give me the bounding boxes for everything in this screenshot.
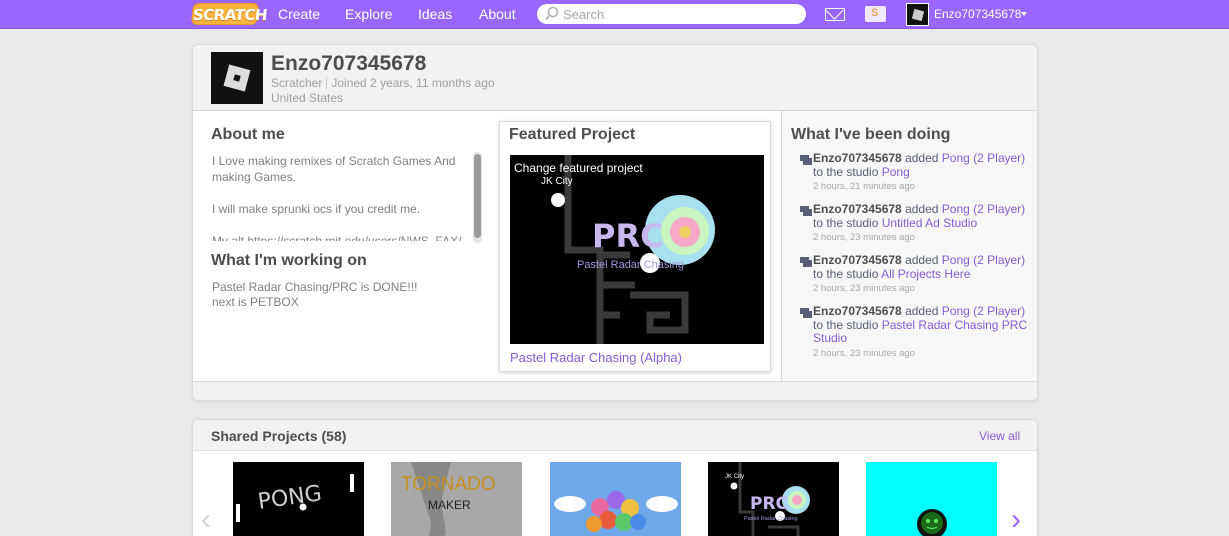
activity-feed: What I've been doing Enzo707345678 added… xyxy=(781,111,1037,381)
activity-item: Enzo707345678 added Pong (2 Player) to t… xyxy=(791,253,1031,296)
thumbnail-art xyxy=(554,491,678,532)
working-on-title: What I'm working on xyxy=(211,252,367,269)
user-avatar[interactable] xyxy=(906,3,929,26)
profile-role: Scratcher xyxy=(271,76,323,90)
activity-mid: to the studio xyxy=(813,164,879,179)
profile-footer xyxy=(193,381,1037,400)
activity-mid: to the studio xyxy=(813,215,879,230)
chevron-left-icon[interactable]: ‹ xyxy=(201,505,211,535)
about-scrollbar[interactable] xyxy=(473,152,482,243)
activity-mid: to the studio xyxy=(813,266,879,281)
top-navigation-bar: SCRATCH Create Explore Ideas About Enzo7… xyxy=(0,0,1229,29)
activity-user[interactable]: Enzo707345678 xyxy=(813,253,902,267)
thumbnail-art xyxy=(917,509,947,536)
featured-project-title: Featured Project xyxy=(509,126,636,143)
thumb-city: JK City xyxy=(541,176,573,187)
activity-verb: added xyxy=(905,253,939,267)
activity-time: 2 hours, 21 minutes ago xyxy=(813,181,915,192)
studio-icon xyxy=(800,155,812,165)
search-icon xyxy=(545,6,559,21)
project-thumbnail[interactable] xyxy=(866,462,997,536)
messages-icon[interactable] xyxy=(825,8,845,21)
activity-user[interactable]: Enzo707345678 xyxy=(813,304,902,318)
project-thumbnail[interactable]: PONG xyxy=(233,462,364,536)
working-line: next is PETBOX xyxy=(212,295,299,309)
activity-mid: to the studio xyxy=(813,317,879,332)
nav-about[interactable]: About xyxy=(479,0,516,29)
activity-studio-link[interactable]: Untitled Ad Studio xyxy=(882,216,977,230)
thumb-subtitle: Pastel Radar Chasing xyxy=(577,259,684,271)
thumb-subtext: Pastel Radar Chasing xyxy=(744,516,798,522)
studio-icon xyxy=(800,206,812,216)
studio-icon xyxy=(800,257,812,267)
profile-username: Enzo707345678 xyxy=(271,52,427,75)
thumbnail-art: TORNADO MAKER xyxy=(401,462,496,536)
thumb-text: TORNADO xyxy=(401,474,496,495)
thumb-city: JK City xyxy=(725,474,744,480)
profile-card: Enzo707345678 Scratcher Joined 2 years, 1… xyxy=(192,44,1038,401)
activity-time: 2 hours, 23 minutes ago xyxy=(813,283,915,294)
working-line: Pastel Radar Chasing/PRC is DONE!!! xyxy=(212,280,418,294)
my-stuff-icon[interactable] xyxy=(865,6,886,22)
shared-projects-card: Shared Projects (58) View all ‹ PONG TOR… xyxy=(192,419,1038,536)
account-username[interactable]: Enzo707345678 xyxy=(934,0,1021,29)
profile-meta: Scratcher Joined 2 years, 11 months ago xyxy=(271,76,495,90)
thumb-text: PRC xyxy=(750,494,788,514)
nav-ideas[interactable]: Ideas xyxy=(418,0,452,29)
nav-create[interactable]: Create xyxy=(278,0,320,29)
about-me-title: About me xyxy=(211,126,285,143)
shared-projects-header: Shared Projects (58) View all xyxy=(193,420,1037,451)
activity-item: Enzo707345678 added Pong (2 Player) to t… xyxy=(791,202,1031,245)
featured-project-thumbnail[interactable]: PRC Pastel Radar Chasing JK City Change … xyxy=(510,155,764,344)
project-thumbnail[interactable]: TORNADO MAKER xyxy=(391,462,522,536)
scrollbar-thumb[interactable] xyxy=(474,154,481,238)
thumbnail-art: PRC JK City Pastel Radar Chasing xyxy=(725,462,810,536)
profile-country: United States xyxy=(271,91,344,105)
activity-time: 2 hours, 23 minutes ago xyxy=(813,232,915,243)
project-thumbnail[interactable]: PRC JK City Pastel Radar Chasing xyxy=(708,462,839,536)
search-box xyxy=(537,4,806,24)
search-input[interactable] xyxy=(563,5,799,23)
view-all-link[interactable]: View all xyxy=(979,429,1020,443)
thumbnail-art: PRC Pastel Radar Chasing JK City xyxy=(541,155,715,344)
profile-header: Enzo707345678 Scratcher Joined 2 years, 1… xyxy=(193,45,1037,111)
featured-project-link[interactable]: Pastel Radar Chasing (Alpha) xyxy=(510,350,682,365)
activity-item: Enzo707345678 added Pong (2 Player) to t… xyxy=(791,151,1031,194)
divider xyxy=(326,77,328,89)
about-paragraph: I will make sprunki ocs if you credit me… xyxy=(212,202,421,216)
featured-project: Featured Project PRC Pastel Radar Chasin… xyxy=(499,121,771,372)
about-paragraph: My alt https://scratch.mit.edu/users/NWS… xyxy=(212,234,462,241)
about-paragraph: I Love making remixes of Scratch Games A… xyxy=(212,154,456,184)
activity-verb: added xyxy=(905,202,939,216)
activity-verb: added xyxy=(905,304,939,318)
project-thumbnail[interactable] xyxy=(550,462,681,536)
working-on-text[interactable]: Pastel Radar Chasing/PRC is DONE!!! next… xyxy=(212,280,482,310)
thumb-text: PONG xyxy=(256,481,323,515)
thumbnail-art: PONG xyxy=(236,474,354,522)
studio-icon xyxy=(800,308,812,318)
activity-project-link[interactable]: Pong (2 Player) xyxy=(942,253,1025,267)
activity-verb: added xyxy=(905,151,939,165)
shared-projects-title: Shared Projects (58) xyxy=(211,428,347,444)
activity-project-link[interactable]: Pong (2 Player) xyxy=(942,202,1025,216)
activity-studio-link[interactable]: All Projects Here xyxy=(881,267,970,281)
about-me-text[interactable]: I Love making remixes of Scratch Games A… xyxy=(212,153,467,241)
chevron-down-icon[interactable] xyxy=(1021,12,1027,16)
activity-time: 2 hours, 23 minutes ago xyxy=(813,347,915,359)
activity-user[interactable]: Enzo707345678 xyxy=(813,202,902,216)
activity-item: Enzo707345678 added Pong (2 Player) to t… xyxy=(791,304,1031,360)
activity-project-link[interactable]: Pong (2 Player) xyxy=(942,304,1025,318)
activity-user[interactable]: Enzo707345678 xyxy=(813,151,902,165)
change-featured-project-button[interactable]: Change featured project xyxy=(514,161,643,175)
scratch-logo[interactable]: SCRATCH xyxy=(190,3,268,25)
activity-studio-link[interactable]: Pong xyxy=(882,165,910,179)
activity-project-link[interactable]: Pong (2 Player) xyxy=(942,151,1025,165)
thumb-logo: PRC xyxy=(592,217,664,255)
nav-explore[interactable]: Explore xyxy=(345,0,392,29)
profile-avatar xyxy=(211,52,263,104)
profile-joined: Joined 2 years, 11 months ago xyxy=(331,76,495,90)
activity-title: What I've been doing xyxy=(791,126,951,143)
thumb-subtext: MAKER xyxy=(428,498,471,512)
chevron-right-icon[interactable]: › xyxy=(1011,505,1021,535)
